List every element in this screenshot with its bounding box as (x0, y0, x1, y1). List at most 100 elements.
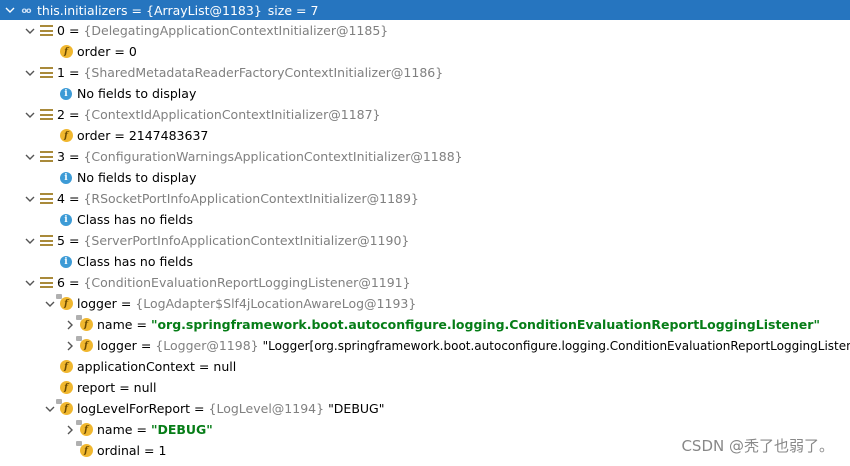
equals-sign: = (68, 65, 80, 80)
list-icon (39, 234, 53, 248)
field-name: order (77, 44, 111, 59)
chevron-down-icon[interactable] (24, 151, 36, 163)
tree-row-logger-logger[interactable]: f logger = {Logger@1198} "Logger[org.spr… (0, 335, 850, 356)
field-name: order (77, 128, 111, 143)
chevron-right-icon[interactable] (64, 424, 76, 436)
chevron-right-icon[interactable] (64, 319, 76, 331)
tree-row-applicationContext[interactable]: f applicationContext = null (0, 356, 850, 377)
info-text: No fields to display (77, 170, 197, 185)
info-text: No fields to display (77, 86, 197, 101)
tree-row-item[interactable]: 5 = {ServerPortInfoApplicationContextIniti… (0, 230, 850, 251)
tree-row-info[interactable]: i No fields to display (0, 167, 850, 188)
tree-row-info[interactable]: i No fields to display (0, 83, 850, 104)
field-type: {LogAdapter$Slf4jLocationAwareLog@1193} (135, 296, 417, 311)
list-icon (39, 150, 53, 164)
item-type: {ConditionEvaluationReportLoggingListene… (83, 275, 411, 290)
chevron-down-icon[interactable] (24, 235, 36, 247)
tree-row-item[interactable]: 0 = {DelegatingApplicationContextInitializ… (0, 20, 850, 41)
field-value: 1 (158, 443, 167, 458)
list-icon (39, 24, 53, 38)
field-name: name (97, 422, 133, 437)
chevron-down-icon[interactable] (24, 277, 36, 289)
info-icon: i (59, 255, 73, 269)
field-icon: f (59, 360, 73, 374)
equals-sign: = (131, 2, 143, 18)
field-value: null (213, 359, 237, 374)
field-icon: f (75, 441, 93, 458)
field-icon: f (55, 399, 73, 416)
equals-sign: = (68, 23, 80, 38)
equals-sign: = (120, 296, 132, 311)
field-name: logLevelForReport (77, 401, 191, 416)
tree-row-info[interactable]: i Class has no fields (0, 209, 850, 230)
tree-row-item[interactable]: 4 = {RSocketPortInfoApplicationContextInit… (0, 188, 850, 209)
tree-row-report[interactable]: f report = null (0, 377, 850, 398)
info-text: Class has no fields (77, 254, 193, 269)
item-index: 6 (57, 275, 65, 290)
equals-sign: = (119, 380, 130, 395)
item-index: 4 (57, 191, 65, 206)
list-icon (39, 66, 53, 80)
field-name: logger (77, 296, 117, 311)
tree-row-item[interactable]: 1 = {SharedMetadataReaderFactoryContextIni… (0, 62, 850, 83)
field-icon: f (75, 420, 93, 437)
chevron-down-icon[interactable] (24, 67, 36, 79)
field-icon: f (59, 45, 73, 59)
field-icon: f (75, 315, 93, 332)
info-icon: i (59, 171, 73, 185)
chevron-down-icon[interactable] (24, 25, 36, 37)
tree-row-logger[interactable]: f logger = {LogAdapter$Slf4jLocationAwar… (0, 293, 850, 314)
item-index: 0 (57, 23, 65, 38)
field-value: "org.springframework.boot.autoconfigure.… (150, 317, 820, 332)
tree-row-logger-name[interactable]: f name = "org.springframework.boot.autoc… (0, 314, 850, 335)
root-size: size = 7 (267, 2, 319, 18)
equals-sign: = (68, 275, 80, 290)
field-name: name (97, 317, 133, 332)
item-type: {DelegatingApplicationContextInitializer… (83, 23, 389, 38)
equals-sign: = (68, 191, 80, 206)
chevron-down-icon[interactable] (4, 4, 16, 16)
info-text: Class has no fields (77, 212, 193, 227)
root-type: {ArrayList@1183} (146, 2, 262, 18)
tree-row-root[interactable]: oo this.initializers = {ArrayList@1183} … (0, 0, 850, 20)
item-type: {ConfigurationWarningsApplicationContext… (83, 149, 463, 164)
item-index: 5 (57, 233, 65, 248)
equals-sign: = (136, 422, 147, 437)
equals-sign: = (136, 317, 147, 332)
item-type: {SharedMetadataReaderFactoryContextIniti… (83, 65, 444, 80)
tree-row-field[interactable]: f order = 0 (0, 41, 850, 62)
field-type: {Logger@1198} (155, 338, 259, 353)
equals-sign: = (68, 233, 80, 248)
list-icon (39, 276, 53, 290)
tree-row-item[interactable]: 6 = {ConditionEvaluationReportLoggingListe… (0, 272, 850, 293)
chevron-down-icon[interactable] (24, 193, 36, 205)
field-value: "DEBUG" (328, 401, 385, 416)
field-icon: f (59, 381, 73, 395)
chevron-down-icon[interactable] (24, 109, 36, 121)
item-type: {ServerPortInfoApplicationContextInitial… (83, 233, 410, 248)
item-type: {ContextIdApplicationContextInitializer@… (83, 107, 381, 122)
field-icon: f (75, 336, 93, 353)
list-icon (39, 108, 53, 122)
field-name: logger (97, 338, 137, 353)
item-index: 2 (57, 107, 65, 122)
equals-sign: = (68, 149, 80, 164)
field-type: {LogLevel@1194} (208, 401, 325, 416)
oo-icon: oo (21, 5, 32, 15)
tree-row-logLevelForReport[interactable]: f logLevelForReport = {LogLevel@1194} "D… (0, 398, 850, 419)
field-icon: f (55, 294, 73, 311)
item-index: 3 (57, 149, 65, 164)
root-name: this.initializers (37, 2, 128, 18)
tree-row-item[interactable]: 2 = {ContextIdApplicationContextInitialize… (0, 104, 850, 125)
equals-sign: = (144, 443, 155, 458)
field-value: 2147483637 (128, 128, 209, 143)
field-value: "Logger[org.springframework.boot.autocon… (262, 338, 850, 353)
tree-row-info[interactable]: i Class has no fields (0, 251, 850, 272)
tree-row-field[interactable]: f order = 2147483637 (0, 125, 850, 146)
equals-sign: = (114, 128, 125, 143)
chevron-right-icon[interactable] (64, 340, 76, 352)
field-value: "DEBUG" (150, 422, 213, 437)
chevron-down-icon[interactable] (44, 403, 56, 415)
chevron-down-icon[interactable] (44, 298, 56, 310)
tree-row-item[interactable]: 3 = {ConfigurationWarningsApplicationConte… (0, 146, 850, 167)
